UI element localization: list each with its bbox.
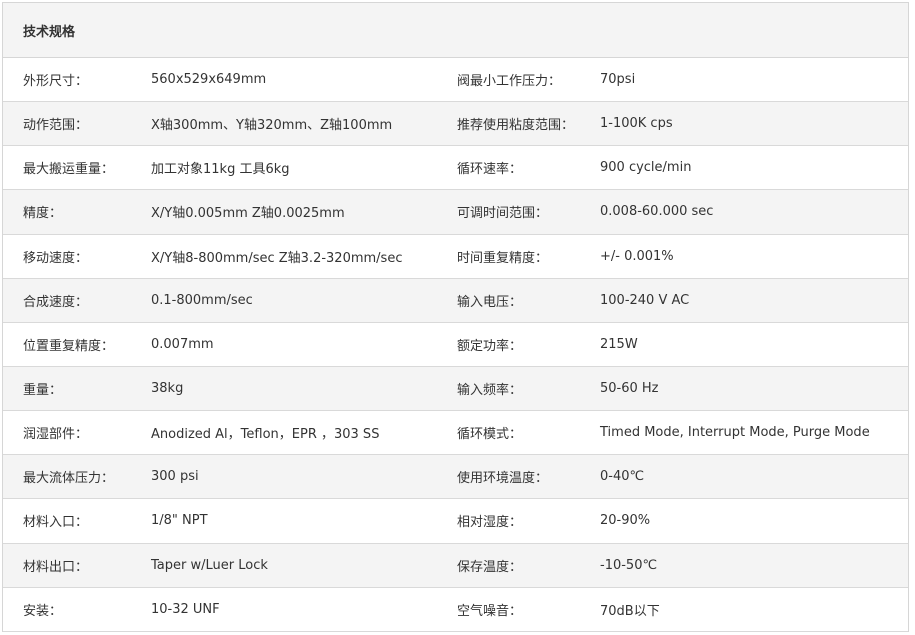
spec-value-left: 0.007mm	[151, 336, 214, 352]
spec-label-left: 材料出口：	[23, 559, 89, 575]
spec-label-left: 润湿部件：	[23, 427, 89, 443]
spec-label-right: 使用环境温度：	[457, 471, 549, 487]
table-title: 技术规格	[23, 24, 76, 40]
spec-value-left: 0.1-800mm/sec	[151, 292, 253, 308]
spec-label-right: 可调时间范围：	[457, 206, 549, 222]
spec-value-right: +/- 0.001%	[600, 248, 674, 264]
spec-label-left: 位置重复精度：	[23, 338, 115, 354]
spec-value-left: X/Y轴8-800mm/sec Z轴3.2-320mm/sec	[151, 250, 403, 266]
table-row: 材料入口： 1/8" NPT 相对湿度： 20-90%	[3, 499, 908, 544]
spec-label-right: 额定功率：	[457, 338, 523, 354]
spec-label-right: 循环速率：	[457, 162, 523, 178]
spec-value-right: 0-40℃	[600, 469, 645, 485]
spec-label-right: 相对湿度：	[457, 515, 523, 531]
spec-value-right: 100-240 V AC	[600, 292, 690, 308]
spec-value-left: 300 psi	[151, 469, 199, 485]
spec-label-right: 时间重复精度：	[457, 250, 549, 266]
spec-value-left: 38kg	[151, 381, 184, 397]
spec-label-left: 外形尺寸：	[23, 74, 89, 90]
table-row: 材料出口： Taper w/Luer Lock 保存温度： -10-50℃	[3, 543, 908, 588]
table-row: 最大流体压力： 300 psi 使用环境温度： 0-40℃	[3, 455, 908, 500]
table-row: 合成速度： 0.1-800mm/sec 输入电压： 100-240 V AC	[3, 278, 908, 323]
spec-value-left: 560x529x649mm	[151, 72, 267, 88]
spec-value-right: 70psi	[600, 72, 636, 88]
spec-value-left: 加工对象11kg 工具6kg	[151, 162, 290, 178]
spec-label-left: 合成速度：	[23, 294, 89, 310]
spec-value-right: 0.008-60.000 sec	[600, 204, 714, 220]
spec-label-right: 推荐使用粘度范围：	[457, 118, 575, 134]
spec-value-right: 50-60 Hz	[600, 381, 659, 397]
spec-label-right: 循环模式：	[457, 427, 523, 443]
spec-label-right: 输入频率：	[457, 383, 523, 399]
spec-value-right: -10-50℃	[600, 557, 658, 573]
table-row: 润湿部件： Anodized Al，Teflon，EPR ，303 SS 循环模式：…	[3, 411, 908, 456]
table-row: 安装： 10-32 UNF 空气噪音： 70dB以下	[3, 588, 908, 632]
spec-label-right: 阀最小工作压力：	[457, 74, 562, 90]
table-body: 外形尺寸： 560x529x649mm 阀最小工作压力： 70psi 动作范围： X轴30…	[3, 58, 908, 632]
spec-value-right: 900 cycle/min	[600, 160, 692, 176]
spec-value-left: 1/8" NPT	[151, 513, 208, 529]
spec-label-left: 最大流体压力：	[23, 471, 115, 487]
spec-value-right: 215W	[600, 336, 638, 352]
table-row: 动作范围： X轴300mm、Y轴320mm、Z轴100mm 推荐使用粘度范围： 1-1…	[3, 102, 908, 147]
table-row: 重量： 38kg 输入频率： 50-60 Hz	[3, 366, 908, 412]
spec-value-left: Anodized Al，Teflon，EPR ，303 SS	[151, 427, 380, 443]
spec-label-right: 空气噪音：	[457, 603, 523, 619]
spec-value-right: Timed Mode, Interrupt Mode, Purge Mode	[600, 425, 870, 441]
table-row: 移动速度： X/Y轴8-800mm/sec Z轴3.2-320mm/sec 时间重复…	[3, 235, 908, 279]
table-row: 最大搬运重量： 加工对象11kg 工具6kg 循环速率： 900 cycle/min	[3, 146, 908, 191]
spec-value-left: 10-32 UNF	[151, 601, 220, 617]
spec-label-right: 保存温度：	[457, 559, 523, 575]
spec-value-right: 1-100K cps	[600, 116, 673, 132]
table-row: 外形尺寸： 560x529x649mm 阀最小工作压力： 70psi	[3, 58, 908, 103]
spec-label-left: 精度：	[23, 206, 63, 222]
table-row: 精度： X/Y轴0.005mm Z轴0.0025mm 可调时间范围： 0.008-60…	[3, 190, 908, 235]
spec-label-left: 安装：	[23, 603, 63, 619]
spec-label-right: 输入电压：	[457, 294, 523, 310]
spec-value-right: 20-90%	[600, 513, 651, 529]
spec-value-left: Taper w/Luer Lock	[151, 557, 268, 573]
spec-value-left: X/Y轴0.005mm Z轴0.0025mm	[151, 206, 345, 222]
spec-table: 技术规格 外形尺寸： 560x529x649mm 阀最小工作压力： 70psi 动作范围…	[2, 2, 909, 632]
spec-label-left: 动作范围：	[23, 118, 89, 134]
spec-label-left: 材料入口：	[23, 515, 89, 531]
spec-value-left: X轴300mm、Y轴320mm、Z轴100mm	[151, 118, 393, 134]
spec-label-left: 移动速度：	[23, 250, 89, 266]
spec-value-right: 70dB以下	[600, 603, 660, 619]
spec-label-left: 最大搬运重量：	[23, 162, 115, 178]
table-row: 位置重复精度： 0.007mm 额定功率： 215W	[3, 323, 908, 367]
spec-label-left: 重量：	[23, 383, 63, 399]
table-header: 技术规格	[3, 3, 908, 58]
